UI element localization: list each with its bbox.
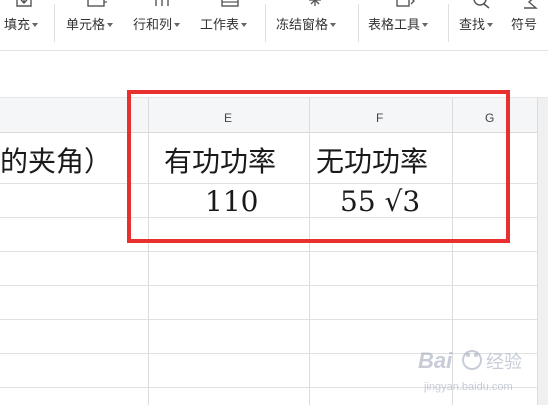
row-col-label: 行和列: [133, 17, 181, 35]
sheet-label: 工作表: [200, 17, 248, 35]
chevron-down-icon: [422, 22, 429, 27]
highlight-box: [127, 90, 510, 243]
freeze-icon: [309, 0, 321, 6]
symbol-label: 符号: [511, 18, 538, 33]
row-divider: [0, 285, 548, 286]
toolbar-divider: [358, 4, 359, 42]
svg-text:jingyan.baidu.com: jingyan.baidu.com: [423, 381, 513, 393]
baidu-watermark-logo: Bai 经验 jingyan.baidu.com: [418, 348, 522, 393]
row-col-icon: [155, 0, 169, 6]
cell-button[interactable]: 单元格: [66, 0, 126, 50]
svg-text:经验: 经验: [486, 352, 522, 373]
chevron-down-icon: [32, 22, 39, 27]
fill-icon: [16, 0, 32, 7]
toolbar-divider: [265, 4, 266, 42]
sheet-button[interactable]: 工作表: [200, 0, 260, 50]
symbol-icon: [523, 0, 538, 9]
freeze-panes-button[interactable]: 冻结窗格: [276, 0, 354, 50]
table-tools-label: 表格工具: [368, 17, 429, 35]
fill-label: 填充: [4, 17, 39, 35]
find-label: 查找: [459, 17, 494, 35]
table-tools-icon: [396, 0, 415, 7]
sheet-icon: [221, 0, 239, 7]
chevron-down-icon: [241, 22, 248, 27]
cell-icon: [87, 0, 107, 7]
toolbar-divider: [54, 4, 55, 42]
row-divider: [0, 319, 548, 320]
freeze-label: 冻结窗格: [276, 17, 337, 35]
chevron-down-icon: [330, 22, 337, 27]
row-divider: [0, 251, 548, 252]
cell-d1-text[interactable]: 的夹角）: [0, 140, 112, 180]
symbol-button[interactable]: 符号: [511, 0, 548, 50]
chevron-down-icon: [107, 22, 114, 27]
row-col-button[interactable]: 行和列: [133, 0, 193, 50]
fill-button[interactable]: 填充: [4, 0, 44, 50]
ribbon-toolbar: 填充 单元格 行和列 工作表 冻结窗格 表格工具 查找 符号: [0, 0, 548, 51]
spreadsheet-window: 填充 单元格 行和列 工作表 冻结窗格 表格工具 查找 符号 E F G 的夹角…: [0, 0, 548, 405]
search-icon: [473, 0, 490, 9]
find-button[interactable]: 查找: [459, 0, 503, 50]
chevron-down-icon: [174, 22, 181, 27]
cell-label: 单元格: [66, 17, 114, 35]
toolbar-divider: [448, 4, 449, 42]
svg-text:Bai: Bai: [418, 348, 453, 373]
chevron-down-icon: [487, 22, 494, 27]
table-tools-button[interactable]: 表格工具: [368, 0, 442, 50]
